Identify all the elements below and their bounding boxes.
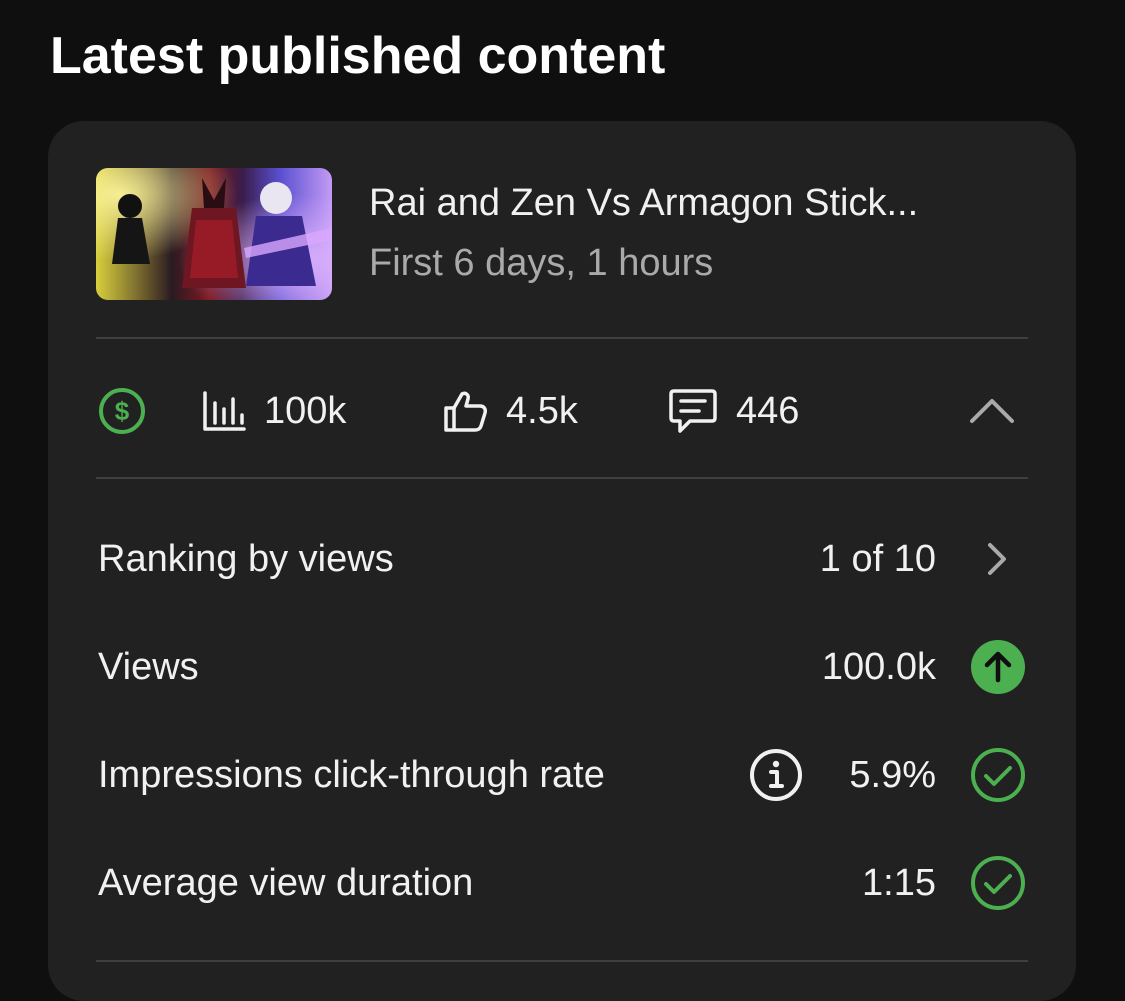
svg-text:$: $ [115, 396, 130, 426]
latest-content-card[interactable]: Rai and Zen Vs Armagon Stick... First 6 … [48, 121, 1076, 1001]
check-circle-icon [970, 747, 1026, 803]
metric-label: Average view duration [98, 862, 474, 904]
collapse-button[interactable] [968, 369, 1016, 453]
check-circle-icon [970, 855, 1026, 911]
views-stat[interactable]: 100k [202, 369, 346, 453]
thumbs-up-icon [442, 388, 488, 434]
arrow-up-circle-icon [970, 639, 1026, 695]
metric-row-ctr[interactable]: Impressions click-through rate 5.9% [96, 745, 1028, 805]
comments-stat[interactable]: 446 [668, 369, 799, 453]
chevron-up-icon [968, 387, 1016, 435]
thumbnail-art [96, 168, 332, 300]
metric-row-views[interactable]: Views 100.0k [96, 637, 1028, 697]
dollar-circle-icon: $ [98, 387, 146, 435]
metric-value: 100.0k [821, 646, 936, 688]
metric-label: Impressions click-through rate [98, 754, 605, 796]
divider [96, 337, 1028, 339]
stats-row: $ 100k 4.5k 446 [96, 369, 1028, 453]
comment-icon [668, 387, 718, 435]
chevron-right-icon[interactable] [970, 531, 1026, 587]
monetization-status[interactable]: $ [98, 369, 146, 453]
comments-count: 446 [736, 389, 800, 432]
likes-stat[interactable]: 4.5k [442, 369, 578, 453]
section-title: Latest published content [50, 27, 666, 85]
metric-label: Ranking by views [98, 538, 394, 580]
divider [96, 960, 1028, 962]
views-count: 100k [264, 389, 347, 432]
video-thumbnail[interactable] [96, 168, 332, 300]
video-summary[interactable]: Rai and Zen Vs Armagon Stick... First 6 … [96, 168, 1028, 300]
likes-count: 4.5k [506, 389, 578, 432]
metric-label: Views [98, 646, 199, 688]
info-icon[interactable] [748, 747, 804, 803]
bar-chart-icon [202, 389, 246, 433]
metric-value: 1 of 10 [819, 538, 936, 580]
video-age: First 6 days, 1 hours [369, 242, 714, 284]
video-title[interactable]: Rai and Zen Vs Armagon Stick... [369, 182, 1029, 225]
metric-value: 5.9% [849, 754, 936, 796]
metric-row-ranking[interactable]: Ranking by views 1 of 10 [96, 529, 1028, 589]
divider [96, 477, 1028, 479]
metric-row-avd[interactable]: Average view duration 1:15 [96, 853, 1028, 913]
metric-value: 1:15 [862, 862, 936, 904]
